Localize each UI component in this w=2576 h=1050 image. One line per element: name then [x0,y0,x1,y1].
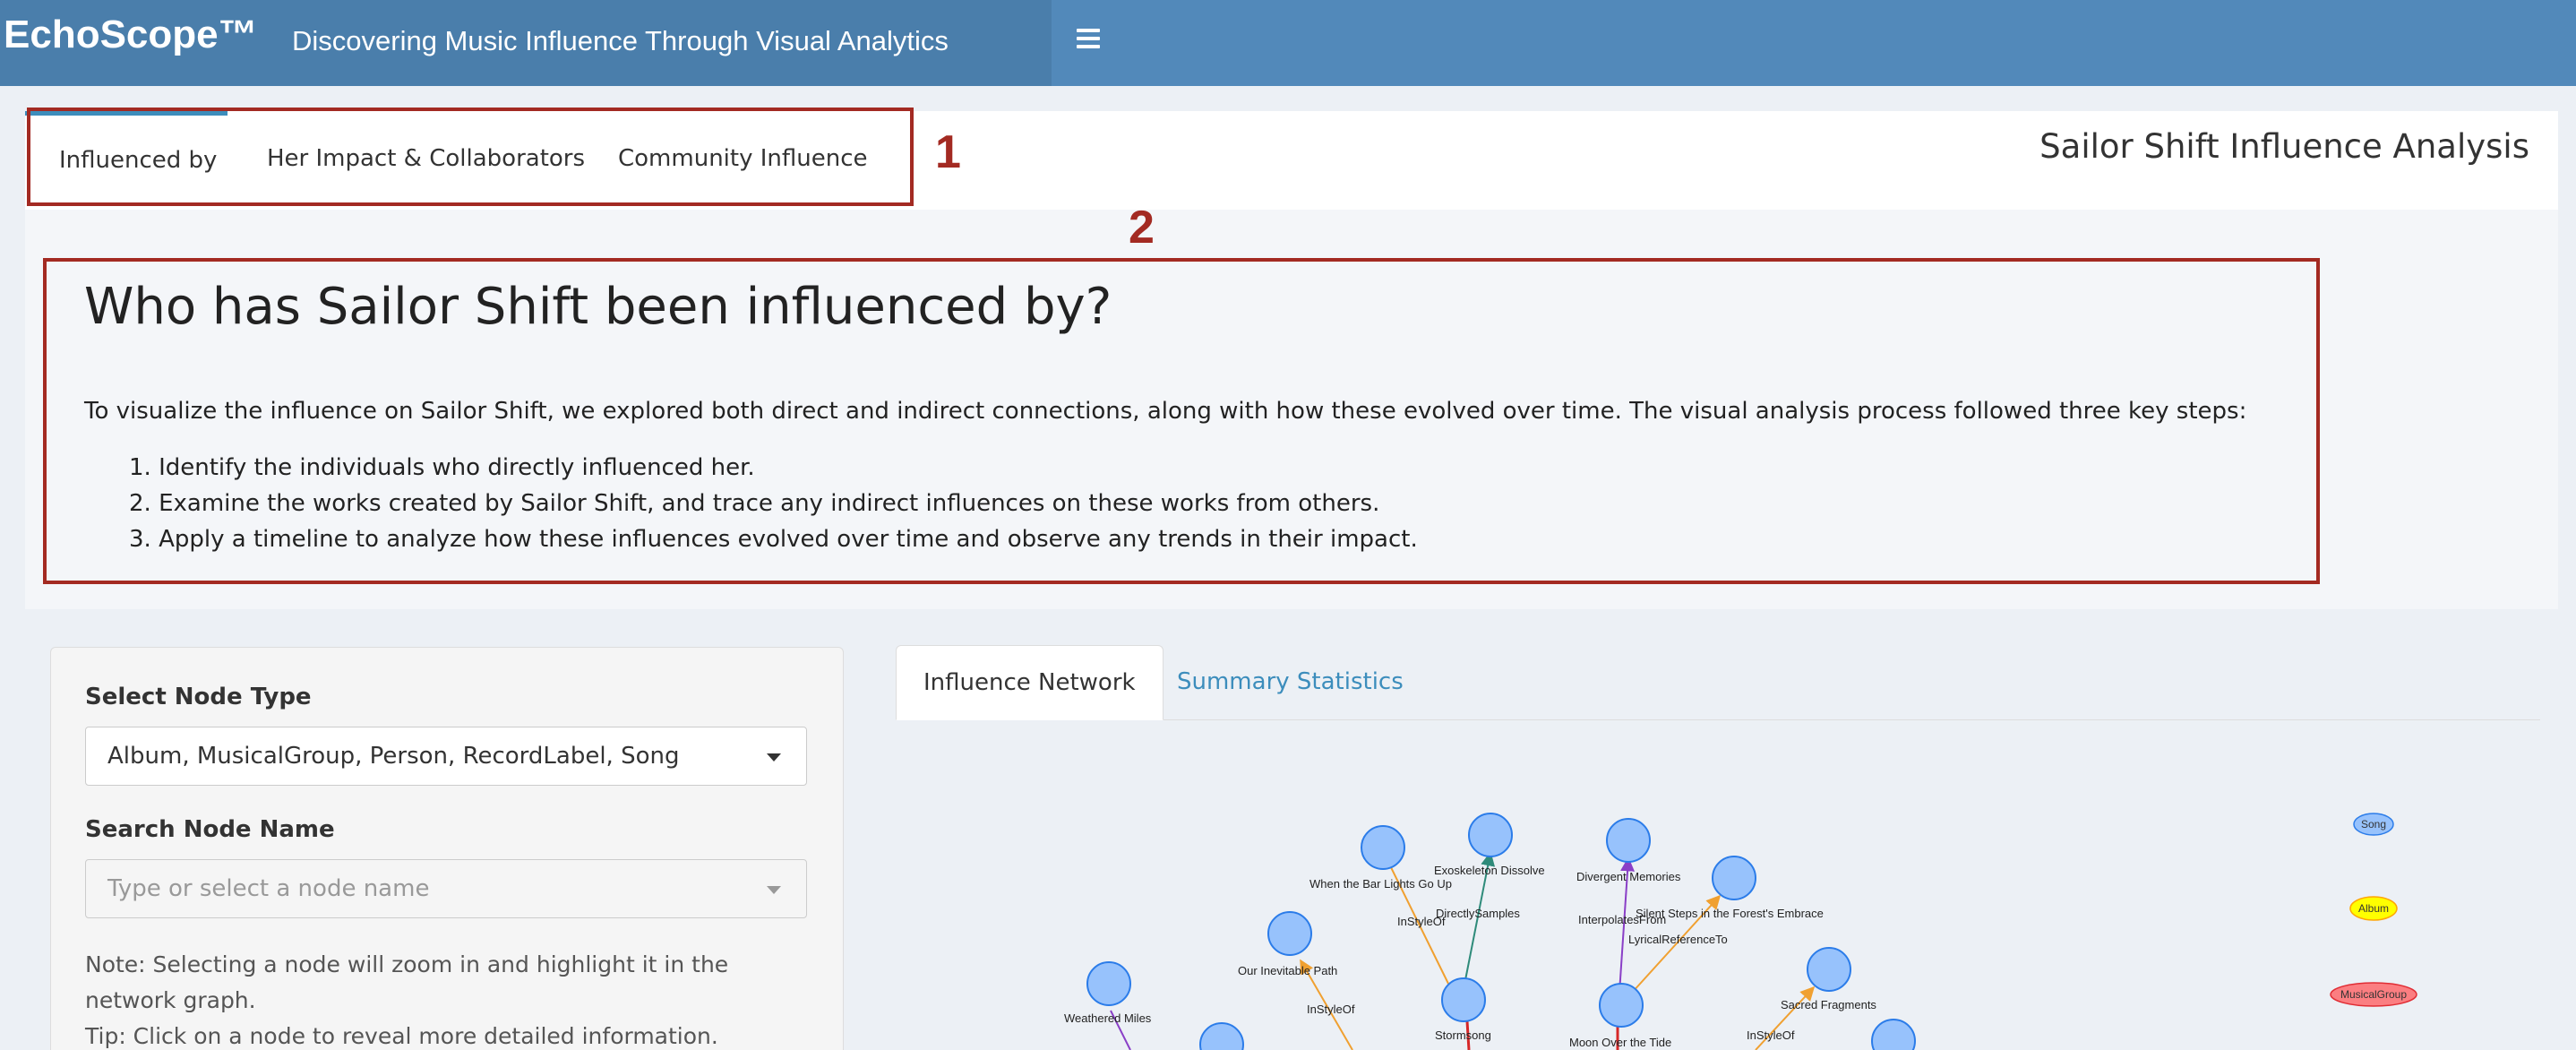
control-panel: Select Node Type Album, MusicalGroup, Pe… [50,647,844,1050]
annotation-box-1 [27,108,914,206]
node-label: Sacred Fragments [1781,998,1876,1011]
annotation-box-2 [43,258,2320,584]
song-node[interactable] [1871,1019,1916,1050]
tab-summary-statistics[interactable]: Summary Statistics [1150,645,1430,720]
search-node-placeholder: Type or select a node name [107,875,430,902]
page-title: Sailor Shift Influence Analysis [2039,127,2529,166]
song-node[interactable] [1086,961,1131,1006]
node-label: Moon Over the Tide [1569,1036,1671,1049]
note-text: Note: Selecting a node will zoom in and … [85,951,729,1013]
song-node[interactable] [1361,825,1405,870]
song-node[interactable] [1199,1022,1244,1050]
tab-influence-network[interactable]: Influence Network [896,645,1163,720]
graph-tabs: Influence Network Summary Statistics [896,645,2540,720]
chevron-down-icon [767,886,781,894]
influence-network-graph[interactable]: When the Bar Lights Go Up Exoskeleton Di… [896,762,2558,1050]
chevron-down-icon [767,753,781,762]
edge-label: InterpolatesFrom [1578,913,1666,926]
song-node[interactable] [1807,947,1851,992]
edge-label: InStyleOf [1307,1003,1355,1016]
edge-label: LyricalReferenceTo [1628,933,1728,946]
annotation-number-1: 1 [935,126,961,178]
song-node[interactable] [1441,977,1486,1022]
app-header: EchoScope™ Discovering Music Influence T… [0,0,2576,86]
song-node[interactable] [1606,818,1651,863]
legend-song-label: Song [2361,818,2386,831]
node-type-label: Select Node Type [85,684,312,710]
node-label: Divergent Memories [1576,870,1681,883]
song-node[interactable] [1599,983,1644,1028]
node-label: Weathered Miles [1064,1011,1152,1025]
search-node-label: Search Node Name [85,816,335,843]
node-label: When the Bar Lights Go Up [1309,877,1452,891]
song-node[interactable] [1712,856,1756,900]
node-label: Stormsong [1435,1028,1491,1042]
tip-text: Tip: Click on a node to reveal more deta… [85,1023,718,1049]
help-note: Note: Selecting a node will zoom in and … [85,947,820,1050]
legend-album-label: Album [2358,902,2389,915]
song-node[interactable] [1267,911,1312,956]
node-label: Exoskeleton Dissolve [1434,864,1545,877]
legend-musicalgroup-label: MusicalGroup [2340,988,2407,1001]
annotation-number-2: 2 [1129,202,1155,254]
edge-label: DirectlySamples [1436,907,1520,920]
song-node[interactable] [1468,813,1513,857]
node-label: Our Inevitable Path [1238,964,1337,977]
node-type-value: Album, MusicalGroup, Person, RecordLabel… [107,743,680,770]
app-subtitle: Discovering Music Influence Through Visu… [292,25,949,56]
sidebar-toggle-icon[interactable] [1077,29,1100,52]
edge-label: InStyleOf [1747,1028,1795,1042]
node-type-select[interactable]: Album, MusicalGroup, Person, RecordLabel… [85,727,807,786]
app-brand[interactable]: EchoScope™ [4,13,258,57]
search-node-input[interactable]: Type or select a node name [85,859,807,918]
logo-area: EchoScope™ Discovering Music Influence T… [0,0,1052,86]
